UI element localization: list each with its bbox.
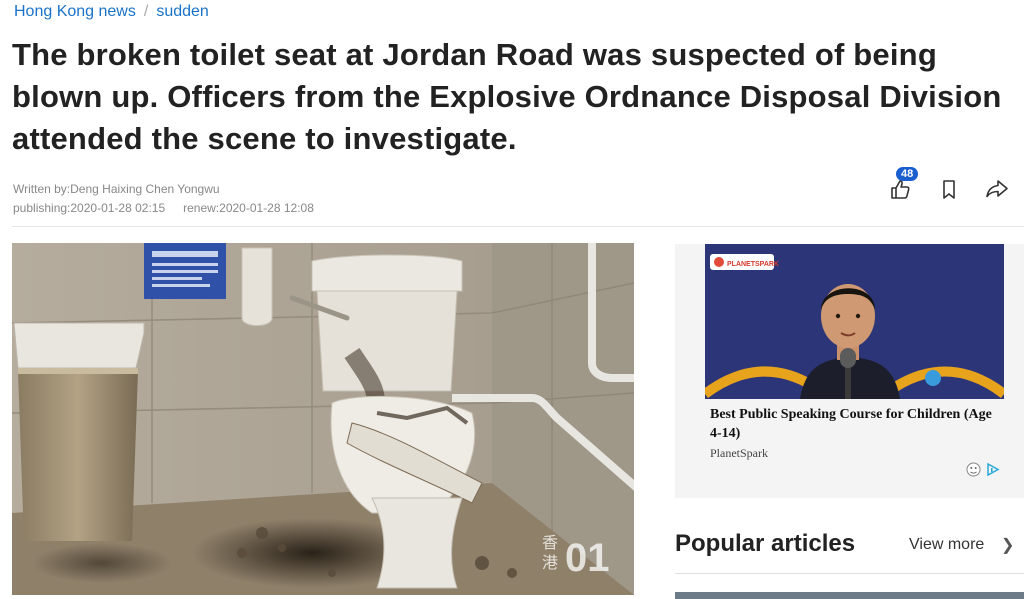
renew-time: renew:2020-01-28 12:08 — [183, 201, 314, 215]
sidebar-ad[interactable]: PLANETSPARK Best Public Speaking Course … — [675, 244, 1024, 498]
header-divider — [12, 226, 1024, 227]
publish-time: publishing:2020-01-28 02:15 — [13, 201, 166, 215]
ad-choices[interactable] — [966, 462, 1000, 477]
view-more-link[interactable]: View more — [909, 536, 984, 554]
ad-image[interactable]: PLANETSPARK — [705, 244, 1004, 399]
breadcrumb: Hong Kong news / sudden — [14, 3, 209, 21]
article-title: The broken toilet seat at Jordan Road wa… — [12, 37, 1002, 156]
like-count-badge: 48 — [896, 167, 919, 181]
article-authors: Written by:Deng Haixing Chen Yongwu — [13, 182, 220, 196]
share-button[interactable] — [984, 176, 1010, 202]
popular-divider — [675, 573, 1024, 574]
planetspark-logo: PLANETSPARK — [727, 261, 779, 268]
like-button[interactable]: 48 — [888, 167, 919, 202]
breadcrumb-subsection-link[interactable]: sudden — [156, 3, 209, 20]
breadcrumb-separator: / — [143, 3, 149, 20]
breadcrumb-section-link[interactable]: Hong Kong news — [14, 3, 136, 20]
article-meta: Written by:Deng Haixing Chen Yongwu publ… — [13, 180, 314, 218]
ad-banner-graphic: PLANETSPARK — [705, 244, 1004, 399]
ad-brand[interactable]: PlanetSpark — [710, 446, 768, 461]
article-photo[interactable]: 香 港 01 — [12, 243, 634, 595]
bookmark-button[interactable] — [936, 176, 962, 202]
popular-articles-title: Popular articles — [675, 530, 856, 557]
popular-article-thumbnail[interactable] — [675, 592, 1024, 599]
toilet-scene-image: 香 港 01 — [12, 243, 634, 595]
watermark-logo: 01 — [565, 536, 610, 580]
share-arrow-icon — [986, 180, 1008, 198]
watermark-cn-2: 港 — [542, 553, 558, 572]
ad-feedback-icon[interactable] — [966, 462, 981, 477]
watermark-cn-1: 香 — [542, 533, 558, 552]
article-actions: 48 — [888, 167, 1010, 202]
ad-title[interactable]: Best Public Speaking Course for Children… — [710, 405, 1005, 443]
bookmark-icon — [943, 180, 955, 199]
popular-articles-header: Popular articles View more ❯ — [675, 530, 1015, 560]
adchoices-icon[interactable] — [985, 462, 1000, 477]
chevron-right-icon[interactable]: ❯ — [1001, 535, 1014, 555]
